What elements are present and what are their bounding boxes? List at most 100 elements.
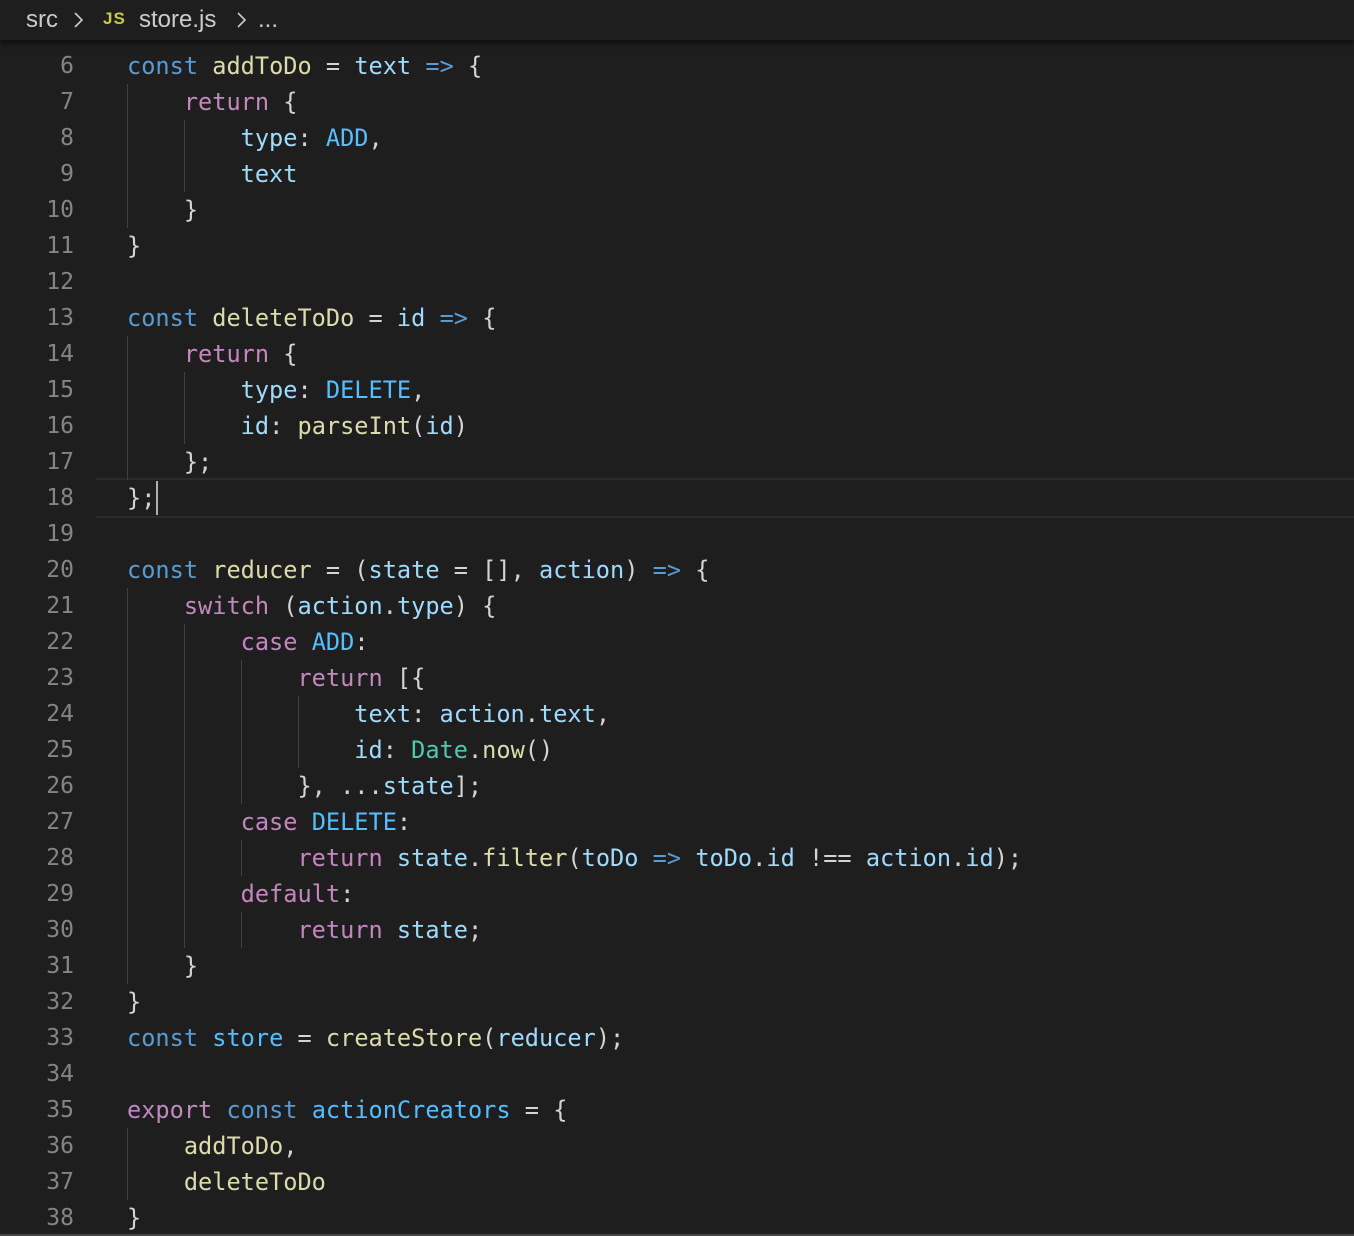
code-token: DELETE (311, 808, 397, 836)
line-number: 36 (46, 1133, 74, 1159)
breadcrumb-folder-src[interactable]: src (26, 4, 58, 36)
code-token: text (538, 700, 596, 728)
code-token: = (283, 1024, 326, 1052)
code-line[interactable]: 34 (0, 1056, 1354, 1092)
code-token: id (396, 304, 426, 332)
code-token: , (595, 700, 611, 728)
breadcrumb-more-symbols[interactable]: ... (258, 4, 278, 36)
code-token: action (439, 700, 525, 728)
code-line[interactable]: 29 default: (0, 876, 1354, 912)
code-token: . (382, 592, 397, 620)
code-line[interactable]: 13 const deleteToDo = id => { (0, 300, 1354, 336)
code-token: . (467, 736, 483, 764)
code-token: return (297, 916, 383, 944)
line-number: 11 (46, 233, 74, 259)
code-line[interactable]: 7 return { (0, 84, 1354, 120)
code-token: = (311, 52, 355, 80)
code-text: return state.filter(toDo => toDo.id !== … (127, 840, 1022, 876)
line-number: 28 (46, 845, 74, 871)
code-line[interactable]: 35 export const actionCreators = { (0, 1092, 1354, 1128)
code-token: Date (411, 736, 468, 764)
code-token: ); (993, 844, 1023, 872)
code-text: id: parseInt(id) (127, 408, 468, 444)
code-line[interactable]: 37 deleteToDo (0, 1164, 1354, 1200)
code-token: return (183, 340, 270, 368)
code-text: id: Date.now() (127, 732, 553, 768)
code-token: const (127, 52, 199, 80)
code-token: . (524, 700, 539, 728)
code-token: id (240, 412, 270, 440)
code-line[interactable]: 18}; (0, 480, 1354, 516)
line-number: 16 (46, 413, 74, 439)
code-line[interactable]: 31 } (0, 948, 1354, 984)
code-line[interactable]: 26 }, ...state]; (0, 768, 1354, 804)
code-line[interactable]: 15 type: DELETE, (0, 372, 1354, 408)
code-token: : (297, 376, 326, 404)
code-line[interactable]: 38} (0, 1200, 1354, 1236)
code-line[interactable]: 27 case DELETE: (0, 804, 1354, 840)
code-line[interactable]: 12 (0, 264, 1354, 300)
code-token: addToDo (183, 1132, 284, 1160)
code-editor[interactable]: 6 const addToDo = text => {7 return {8 ty… (0, 48, 1354, 1236)
line-number: 24 (46, 701, 74, 727)
code-token: const (226, 1096, 298, 1124)
code-token: } (127, 196, 199, 224)
code-line[interactable]: 32} (0, 984, 1354, 1020)
code-token: parseInt (297, 412, 412, 440)
code-line[interactable]: 33 const store = createStore(reducer); (0, 1020, 1354, 1056)
code-token: deleteToDo (212, 304, 355, 332)
code-line[interactable]: 9 text (0, 156, 1354, 192)
code-token: : (297, 124, 326, 152)
code-token: type (240, 376, 298, 404)
breadcrumb-file-store-js[interactable]: store.js (139, 4, 216, 36)
code-line[interactable]: 16 id: parseInt(id) (0, 408, 1354, 444)
code-line[interactable]: 25 id: Date.now() (0, 732, 1354, 768)
code-token: toDo (581, 844, 639, 872)
line-number: 14 (46, 341, 74, 367)
chevron-right-icon (237, 12, 247, 28)
code-line[interactable]: 23 return [{ (0, 660, 1354, 696)
code-token: return (297, 844, 383, 872)
code-line[interactable]: 6 const addToDo = text => { (0, 48, 1354, 84)
code-token: text (354, 700, 412, 728)
code-token: } (127, 1204, 142, 1232)
code-text: return state; (127, 912, 482, 948)
code-line[interactable]: 36 addToDo, (0, 1128, 1354, 1164)
line-number: 33 (46, 1025, 74, 1051)
code-line[interactable]: 10 } (0, 192, 1354, 228)
code-line[interactable]: 20 const reducer = (state = [], action) =… (0, 552, 1354, 588)
line-number: 13 (46, 305, 74, 331)
code-token: { (681, 556, 710, 584)
code-token: !== (794, 844, 866, 872)
line-number: 18 (46, 485, 74, 511)
code-line[interactable]: 28 return state.filter(toDo => toDo.id !… (0, 840, 1354, 876)
code-token: : (354, 628, 369, 656)
code-token: } (127, 988, 142, 1016)
code-text: } (127, 984, 141, 1020)
code-line[interactable]: 11} (0, 228, 1354, 264)
code-token: ( (567, 844, 582, 872)
code-token: deleteToDo (183, 1168, 326, 1196)
code-text: addToDo, (127, 1128, 298, 1164)
code-line[interactable]: 30 return state; (0, 912, 1354, 948)
vscode-editor-window: src JS store.js ... 6 const addToDo = tex… (0, 0, 1354, 1236)
code-line[interactable]: 24 text: action.text, (0, 696, 1354, 732)
code-line[interactable]: 22 case ADD: (0, 624, 1354, 660)
code-line[interactable]: 21 switch (action.type) { (0, 588, 1354, 624)
code-line[interactable]: 8 type: ADD, (0, 120, 1354, 156)
code-line[interactable]: 19 (0, 516, 1354, 552)
code-token: , (368, 124, 383, 152)
code-line[interactable]: 14 return { (0, 336, 1354, 372)
code-text: }; (127, 480, 155, 516)
code-line[interactable]: 17 }; (0, 444, 1354, 480)
